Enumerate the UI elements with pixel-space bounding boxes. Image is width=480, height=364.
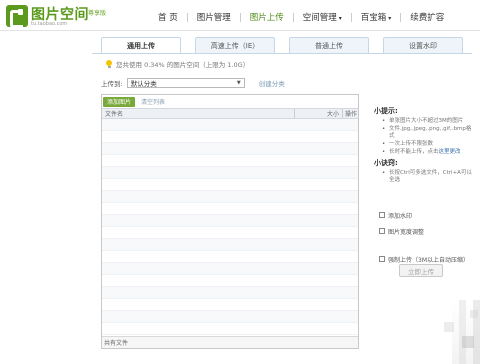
tips-title: 小提示: xyxy=(374,107,398,115)
nav-space-manage[interactable]: 空间管理 ▾ xyxy=(303,11,342,23)
column-filename: 文件名 xyxy=(105,111,124,118)
file-row xyxy=(102,323,358,335)
trick-item: 长按Ctrl可多选文件，Ctrl+A可以全选 xyxy=(382,170,474,184)
file-row xyxy=(102,131,358,143)
file-footer: 共有文件 xyxy=(102,336,358,348)
nav-image-manage[interactable]: 图片管理 xyxy=(197,11,231,23)
clear-list-link[interactable]: 清空列表 xyxy=(141,97,165,106)
nav-divider xyxy=(400,12,402,22)
nav-divider xyxy=(239,12,241,22)
file-row xyxy=(102,287,358,299)
main-nav: 首 页 图片管理 图片上传 空间管理 ▾ 百宝箱 ▾ 续费扩容 xyxy=(158,10,444,24)
option-watermark[interactable]: 添加水印 xyxy=(379,211,469,220)
file-row xyxy=(102,167,358,179)
tricks-title: 小诀窍: xyxy=(374,159,398,167)
logo-icon[interactable] xyxy=(6,5,28,28)
nav-home[interactable]: 首 页 xyxy=(158,11,178,23)
file-row xyxy=(102,299,358,311)
edition-badge: 尊享版 xyxy=(88,10,107,17)
category-select[interactable]: 默认分类 ▼ xyxy=(126,77,245,88)
nav-renew[interactable]: 续费扩容 xyxy=(410,11,444,23)
tips-panel: 小提示: 单张图片大小不超过3M的图片 文件.jpg,.jpeg,.png,.g… xyxy=(374,106,474,185)
resize-checkbox[interactable] xyxy=(379,228,385,234)
pixelated-overlay xyxy=(470,310,478,318)
nav-toolbox[interactable]: 百宝箱 ▾ xyxy=(361,11,392,23)
chevron-down-icon: ▾ xyxy=(338,15,342,22)
chevron-down-icon: ▾ xyxy=(388,15,392,22)
category-row: 上传到: 默认分类 ▼ 创建分类 xyxy=(101,77,285,88)
option-force-upload[interactable]: 强制上传（3M以上自动压缩） xyxy=(379,255,469,264)
file-row xyxy=(102,239,358,251)
file-row xyxy=(102,251,358,263)
change-here-link[interactable]: 这里更改 xyxy=(439,149,461,155)
upload-now-button[interactable]: 立即上传 xyxy=(399,264,443,277)
file-row xyxy=(102,119,358,131)
header-divider xyxy=(0,30,480,31)
tip-item: 文件.jpg,.jpeg,.png,.gif,.bmp格式 xyxy=(382,126,474,140)
tips-list: 单张图片大小不超过3M的图片 文件.jpg,.jpeg,.png,.gif,.b… xyxy=(382,118,474,156)
file-row xyxy=(102,203,358,215)
file-row xyxy=(102,311,358,323)
file-row xyxy=(102,143,358,155)
file-row xyxy=(102,155,358,167)
column-operation: 操作 xyxy=(342,109,358,118)
nav-divider xyxy=(292,12,294,22)
quota-text: 您共使用 0.34% 的图片空间（上限为 1.0G） xyxy=(116,61,250,69)
header: 图片空间 尊享版 tu.taobao.com 首 页 图片管理 图片上传 空间管… xyxy=(0,0,480,30)
column-size: 大小 xyxy=(294,109,342,118)
watermark-checkbox[interactable] xyxy=(379,212,385,218)
file-row xyxy=(102,275,358,287)
file-table-header: 文件名 大小 操作 xyxy=(102,108,358,119)
tab-normal-upload[interactable]: 普通上传 xyxy=(289,37,369,53)
tricks-list: 长按Ctrl可多选文件，Ctrl+A可以全选 xyxy=(382,170,474,184)
upload-options: 添加水印 图片宽度调整 强制上传（3M以上自动压缩） xyxy=(379,211,469,271)
quota-info: 您共使用 0.34% 的图片空间（上限为 1.0G） xyxy=(105,59,253,69)
tab-watermark[interactable]: 设置水印 xyxy=(383,37,463,53)
force-upload-checkbox[interactable] xyxy=(379,256,385,262)
file-rows xyxy=(102,119,358,337)
nav-image-upload[interactable]: 图片上传 xyxy=(250,11,284,23)
resize-label: 图片宽度调整 xyxy=(388,228,425,236)
nav-divider xyxy=(350,12,352,22)
tip-item: 单张图片大小不超过3M的图片 xyxy=(382,118,474,125)
category-label: 上传到: xyxy=(101,79,123,88)
tabs-divider xyxy=(92,53,472,54)
file-row xyxy=(102,191,358,203)
upload-tabs: 通用上传 高速上传（IE） 普通上传 设置水印 xyxy=(101,37,477,54)
file-row xyxy=(102,179,358,191)
category-selected: 默认分类 xyxy=(130,79,157,88)
pixelated-overlay xyxy=(462,336,474,348)
nav-divider xyxy=(186,12,188,22)
pixelated-overlay xyxy=(444,322,454,332)
option-resize[interactable]: 图片宽度调整 xyxy=(379,227,469,236)
tip-item: 一次上传不限张数 xyxy=(382,141,474,148)
tab-fast-upload[interactable]: 高速上传（IE） xyxy=(195,37,275,53)
file-toolbar: 添加图片 清空列表 xyxy=(102,95,358,108)
file-row xyxy=(102,227,358,239)
tip-item: 长时不能上传，点击这里更改 xyxy=(382,149,474,156)
site-url: tu.taobao.com xyxy=(31,21,68,27)
watermark-label: 添加水印 xyxy=(388,212,413,220)
file-row xyxy=(102,215,358,227)
file-list-panel: 添加图片 清空列表 文件名 大小 操作 共有文件 xyxy=(101,94,359,349)
file-row xyxy=(102,263,358,275)
tip-text: 长时不能上传，点击 xyxy=(389,149,439,155)
force-upload-label: 强制上传（3M以上自动压缩） xyxy=(388,256,469,264)
add-image-button[interactable]: 添加图片 xyxy=(103,96,136,107)
caret-down-icon: ▼ xyxy=(236,79,241,86)
tab-general-upload[interactable]: 通用上传 xyxy=(101,37,181,54)
lightbulb-icon xyxy=(105,59,113,69)
create-category-link[interactable]: 创建分类 xyxy=(259,78,285,88)
